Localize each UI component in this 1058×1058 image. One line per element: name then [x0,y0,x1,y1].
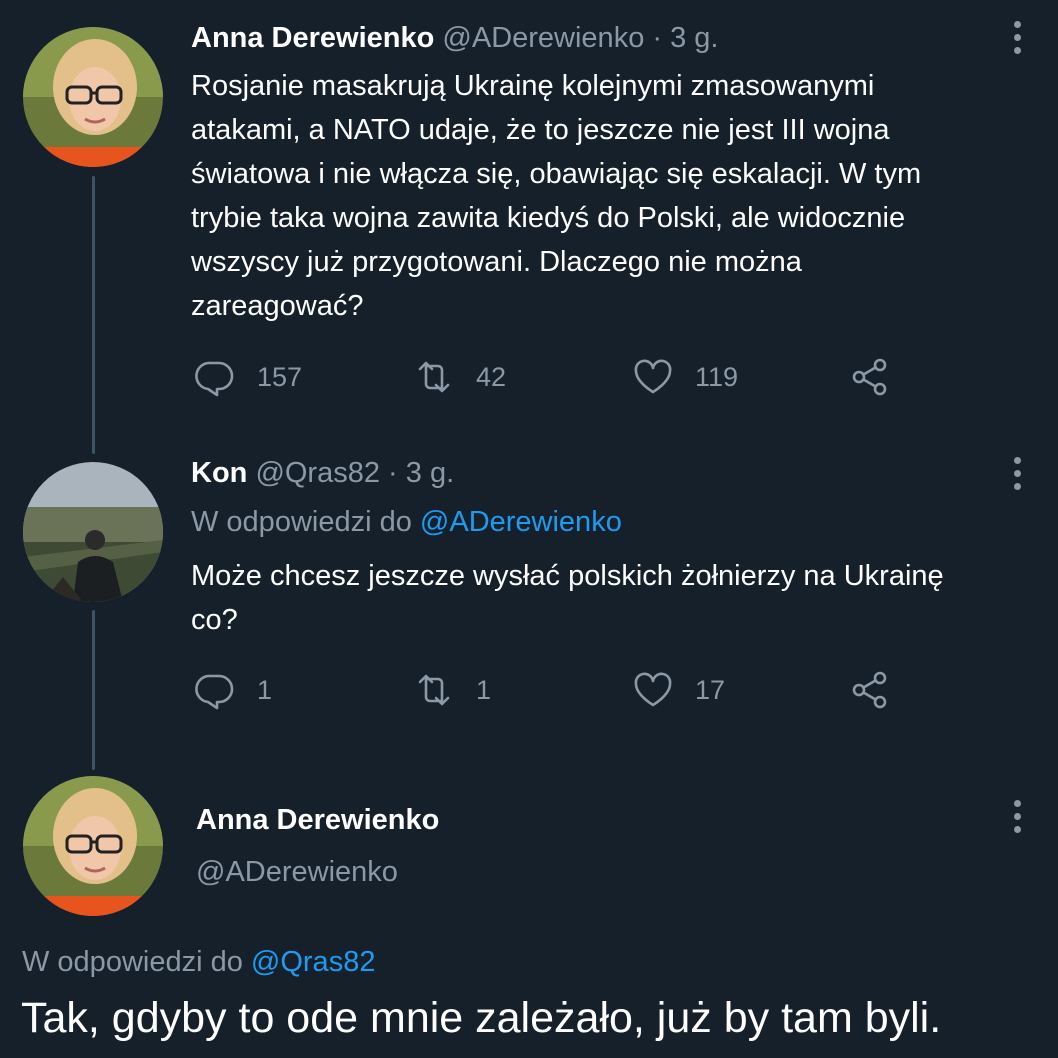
timestamp[interactable]: · 3 g. [652,22,718,54]
retweet-count: 1 [476,674,492,705]
thread-line [92,610,95,770]
tweet-text-line: Może chcesz jeszcze wysłać polskich żołn… [191,560,944,592]
tweet-text-line: zareagować? [191,290,364,322]
reply-to-link[interactable]: @ADerewienko [420,506,622,538]
reply-prefix: W odpowiedzi do [191,506,412,538]
like-icon [634,672,672,707]
reply-icon [195,674,234,710]
reply-prefix: W odpowiedzi do [22,946,243,978]
tweet-text: Może chcesz jeszcze wysłać polskich żołn… [191,554,1041,642]
more-icon[interactable] [1007,21,1027,54]
retweet-icon [418,361,450,393]
share-button[interactable] [848,355,892,399]
like-button[interactable]: 17 [631,668,725,712]
tweet-text-line: co? [191,604,238,636]
more-icon[interactable] [1007,800,1027,833]
retweet-icon [418,674,450,706]
tweet-header: Anna Derewienko @ADerewienko · 3 g. [191,22,718,55]
reply-context: W odpowiedzi do @ADerewienko [191,506,622,539]
like-button[interactable]: 119 [631,355,738,399]
author-handle[interactable]: @ADerewienko [196,856,398,889]
share-icon [852,358,887,396]
reply-context: W odpowiedzi do @Qras82 [22,946,375,979]
share-button[interactable] [848,668,892,712]
reply-count: 1 [257,674,273,705]
tweet-text-line: wszyscy już przygotowani. Dlaczego nie m… [191,246,802,278]
retweet-count: 42 [476,361,507,392]
author-handle[interactable]: @Qras82 [255,457,380,489]
reply-to-link[interactable]: @Qras82 [251,946,376,978]
reply-button[interactable]: 157 [193,355,302,399]
more-icon[interactable] [1007,457,1027,490]
author-name[interactable]: Anna Derewienko [191,22,434,54]
tweet-text: Tak, gdyby to ode mnie zależało, już by … [21,994,942,1042]
tweet-text-line: atakami, a NATO udaje, że to jeszcze nie… [191,114,890,146]
tweet-text-line: Rosjanie masakrują Ukrainę kolejnymi zma… [191,70,875,102]
timestamp[interactable]: · 3 g. [388,457,454,489]
thread-line [92,176,95,454]
tweet-header: Kon @Qras82 · 3 g. [191,457,454,490]
share-icon [852,671,887,709]
reply-icon [195,361,234,397]
tweet-text-line: światowa i nie włącza się, obawiając się… [191,158,922,190]
avatar[interactable] [23,462,163,602]
reply-button[interactable]: 1 [193,668,272,712]
like-count: 119 [695,361,739,392]
avatar[interactable] [23,27,163,167]
author-name[interactable]: Kon [191,457,247,489]
avatar[interactable] [23,776,163,916]
author-name[interactable]: Anna Derewienko [196,804,439,837]
retweet-button[interactable]: 42 [412,355,506,399]
author-handle[interactable]: @ADerewienko [442,22,644,54]
tweet-text-line: trybie taka wojna zawita kiedyś do Polsk… [191,202,906,234]
like-count: 17 [695,674,726,705]
retweet-button[interactable]: 1 [412,668,491,712]
tweet-text: Rosjanie masakrują Ukrainę kolejnymi zma… [191,64,1031,328]
reply-count: 157 [257,361,303,392]
like-icon [634,359,672,394]
